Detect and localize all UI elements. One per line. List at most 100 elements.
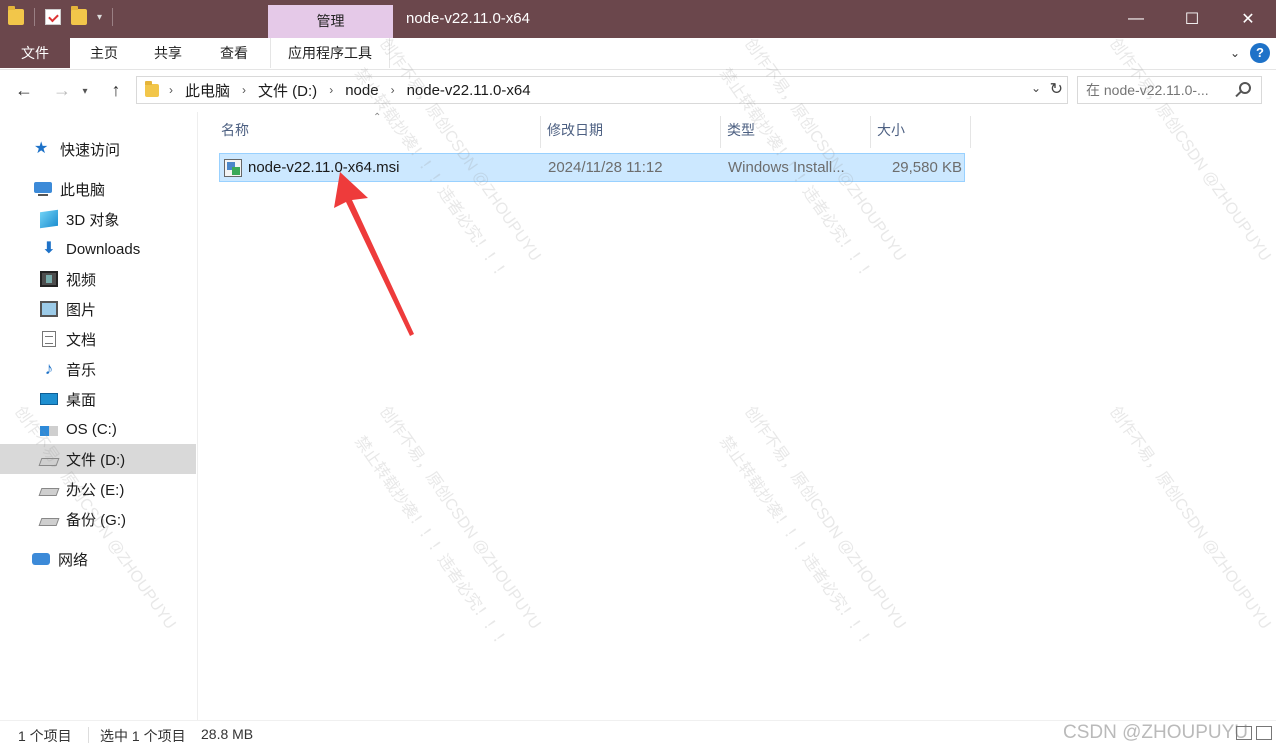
sidebar-item-label: 网络	[58, 551, 89, 569]
drive-icon	[38, 518, 60, 526]
search-input[interactable]	[1086, 82, 1231, 98]
sidebar-item-network[interactable]: 网络	[0, 544, 196, 574]
desktop-icon	[40, 393, 58, 405]
sidebar-item-label: 视频	[66, 271, 97, 289]
sidebar-item-desktop[interactable]: 桌面	[0, 384, 196, 414]
sidebar-item-label: 3D 对象	[66, 211, 120, 229]
file-size-cell: 29,580 KB	[891, 159, 962, 176]
maximize-button[interactable]: ☐	[1164, 0, 1220, 38]
sidebar-item-this-pc[interactable]: 此电脑	[0, 174, 196, 204]
properties-icon[interactable]	[45, 9, 61, 25]
sidebar-item-label: Downloads	[66, 240, 141, 258]
address-folder-icon	[145, 80, 159, 97]
sidebar-item-videos[interactable]: 视频	[0, 264, 196, 294]
title-bar: ▾ 管理 node-v22.11.0-x64 — ☐ ✕	[0, 0, 1276, 38]
sidebar-item-music[interactable]: ♪ 音乐	[0, 354, 196, 384]
sidebar-item-pictures[interactable]: 图片	[0, 294, 196, 324]
sidebar-item-drive-d[interactable]: 文件 (D:)	[0, 444, 196, 474]
msi-installer-icon	[224, 158, 242, 177]
tab-view[interactable]: 查看	[204, 38, 264, 68]
item-count: 1 个项目	[18, 728, 72, 744]
sidebar-item-label: 音乐	[66, 361, 97, 379]
status-bar: 1 个项目 选中 1 个项目 28.8 MB CSDN @ZHOUPUYU	[0, 720, 1276, 748]
folder-icon	[8, 6, 24, 25]
details-view-icon[interactable]	[1236, 726, 1252, 740]
help-icon[interactable]: ?	[1250, 43, 1270, 63]
video-icon	[40, 271, 58, 287]
annotation-arrow-shape	[334, 172, 414, 336]
tab-home[interactable]: 主页	[76, 38, 132, 68]
breadcrumb-separator[interactable]: ›	[329, 83, 333, 97]
expand-ribbon-chevron-icon[interactable]: ⌄	[1230, 46, 1240, 60]
breadcrumb-node[interactable]: node	[345, 82, 378, 99]
quick-access-toolbar: ▾	[8, 6, 114, 26]
os-drive-icon	[40, 426, 58, 436]
breadcrumb-drive-d[interactable]: 文件 (D:)	[258, 80, 317, 101]
window-title: node-v22.11.0-x64	[406, 10, 530, 27]
breadcrumb-separator[interactable]: ›	[391, 83, 395, 97]
new-folder-icon[interactable]	[71, 6, 87, 25]
address-bar[interactable]: › 此电脑 › 文件 (D:) › node › node-v22.11.0-x…	[136, 76, 1068, 104]
window-controls: — ☐ ✕	[1108, 0, 1276, 38]
sidebar-item-label: 文档	[66, 331, 97, 349]
sidebar-item-label: 快速访问	[60, 141, 121, 159]
up-arrow-icon[interactable]: ↑	[104, 80, 128, 101]
search-box[interactable]	[1077, 76, 1262, 104]
refresh-icon[interactable]: ↻	[1050, 79, 1063, 99]
large-icons-view-icon[interactable]	[1256, 726, 1272, 740]
column-header-type[interactable]: 类型	[721, 116, 871, 148]
sidebar-item-documents[interactable]: 文档	[0, 324, 196, 354]
drive-icon	[38, 488, 60, 496]
breadcrumb-current-folder[interactable]: node-v22.11.0-x64	[407, 82, 531, 99]
minimize-button[interactable]: —	[1108, 0, 1164, 38]
documents-icon	[42, 331, 56, 347]
drive-icon	[38, 458, 60, 466]
breadcrumb-separator[interactable]: ›	[169, 83, 173, 97]
breadcrumb-this-pc[interactable]: 此电脑	[185, 80, 230, 101]
music-icon: ♪	[44, 359, 54, 378]
toolbar-divider	[112, 8, 114, 26]
column-header-size[interactable]: 大小	[871, 116, 971, 148]
sidebar-item-label: 备份 (G:)	[66, 511, 126, 529]
sidebar-item-3d-objects[interactable]: 3D 对象	[0, 204, 196, 234]
sidebar-item-label: 图片	[66, 301, 97, 319]
file-modified-cell: 2024/11/28 11:12	[548, 159, 663, 176]
sidebar-item-downloads[interactable]: ⬇ Downloads	[0, 234, 196, 264]
tab-manage[interactable]: 管理	[268, 5, 393, 38]
selection-size: 28.8 MB	[201, 726, 254, 742]
recent-locations-chevron-icon[interactable]: ▾	[78, 86, 92, 97]
tab-share[interactable]: 共享	[138, 38, 198, 68]
close-button[interactable]: ✕	[1220, 0, 1276, 38]
back-arrow-icon[interactable]: ←	[12, 80, 36, 101]
sidebar-item-label: 文件 (D:)	[66, 451, 126, 469]
file-type-cell: Windows Install...	[728, 159, 845, 176]
column-header-date-modified[interactable]: 修改日期	[541, 116, 721, 148]
column-header-name[interactable]: 名称	[215, 116, 541, 148]
view-toggles	[1236, 726, 1272, 740]
sidebar-item-label: OS (C:)	[66, 420, 117, 438]
navigation-bar: ← → ▾ ↑ › 此电脑 › 文件 (D:) › node › node-v2…	[0, 70, 1276, 112]
search-icon[interactable]	[1239, 82, 1251, 94]
download-icon: ⬇	[42, 240, 56, 257]
toolbar-divider	[34, 8, 35, 26]
sidebar-item-drive-c[interactable]: OS (C:)	[0, 414, 196, 444]
cube-icon	[40, 209, 58, 229]
ribbon-tabs: 文件 主页 共享 查看 应用程序工具 ⌄ ?	[0, 38, 1276, 70]
sidebar-item-quick-access[interactable]: ★ 快速访问	[0, 134, 196, 164]
sidebar-item-label: 桌面	[66, 391, 97, 409]
network-icon	[32, 553, 50, 565]
pictures-icon	[40, 301, 58, 317]
tab-application-tools[interactable]: 应用程序工具	[270, 38, 390, 68]
selection-count: 选中 1 个项目	[100, 728, 186, 744]
breadcrumb-separator[interactable]: ›	[242, 83, 246, 97]
annotation-arrow	[334, 172, 414, 336]
tab-file[interactable]: 文件	[0, 38, 70, 68]
customize-toolbar-chevron-down-icon[interactable]: ▾	[97, 12, 102, 23]
forward-arrow-icon[interactable]: →	[50, 80, 74, 101]
address-dropdown-chevron-icon[interactable]: ⌄	[1031, 81, 1041, 95]
sidebar-item-label: 此电脑	[60, 181, 106, 199]
sidebar-item-drive-e[interactable]: 办公 (E:)	[0, 474, 196, 504]
sidebar-item-drive-g[interactable]: 备份 (G:)	[0, 504, 196, 534]
navigation-pane: ★ 快速访问 此电脑 3D 对象 ⬇ Downloads 视频 图片 文档 ♪ …	[0, 112, 198, 720]
star-icon: ★	[34, 140, 49, 157]
